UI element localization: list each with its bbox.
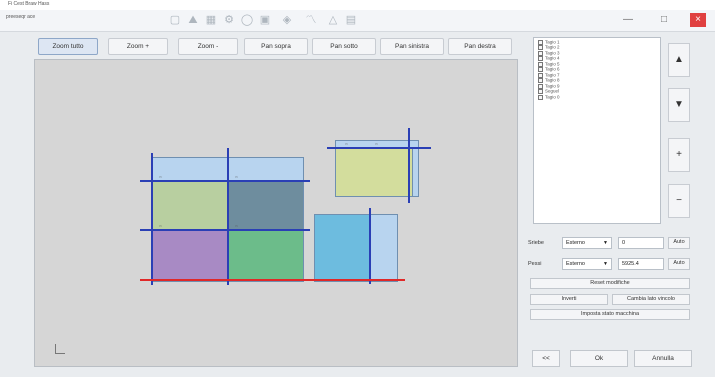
window-title: Fi Cest Braw Hass	[8, 1, 50, 7]
cancel-button[interactable]: Annulla	[634, 350, 692, 367]
grid-icon[interactable]: ▦	[204, 14, 218, 27]
pan-down-button[interactable]: Pan sotto	[312, 38, 376, 55]
panel-teal[interactable]	[228, 230, 304, 282]
drawing-canvas[interactable]: ▭ ▭ ▭ ▭ ▭ ▭	[34, 59, 518, 367]
path-icon[interactable]: 〽	[304, 14, 318, 27]
checkbox-icon[interactable]	[538, 72, 543, 78]
marker: ▭	[375, 142, 378, 146]
cut-line-v4[interactable]	[408, 128, 410, 203]
cut-line-v1[interactable]	[151, 153, 153, 285]
checkbox-icon[interactable]	[538, 89, 543, 95]
circle-icon[interactable]: ◯	[240, 14, 254, 27]
cut-line-h3[interactable]	[327, 147, 431, 149]
pan-left-button[interactable]: Pan sinistra	[380, 38, 444, 55]
close-button[interactable]: ×	[690, 13, 706, 27]
panel-purple[interactable]	[152, 230, 230, 282]
origin-axis-x	[55, 353, 65, 354]
marker: ▭	[345, 142, 348, 146]
checkbox-icon[interactable]	[538, 40, 543, 45]
change-side-button[interactable]: Cambia lato vincolo	[612, 294, 690, 305]
ok-button[interactable]: Ok	[570, 350, 628, 367]
panel-slate[interactable]	[228, 181, 304, 232]
checkbox-icon[interactable]	[538, 78, 543, 84]
list-item[interactable]: Tagio 0	[538, 95, 656, 100]
title-bar: Fi Cest Braw Hass	[0, 0, 715, 10]
move-down-button[interactable]: ▼	[668, 88, 690, 122]
box-icon[interactable]: ▣	[258, 14, 272, 27]
checkbox-icon[interactable]	[538, 45, 543, 51]
mountain-icon[interactable]: ⛰	[186, 14, 200, 27]
spessore-input[interactable]: 0	[618, 237, 664, 249]
checkbox-icon[interactable]	[538, 50, 543, 56]
document-name: preeseqr ace	[6, 14, 36, 20]
marker: ▭	[235, 175, 238, 179]
move-up-button[interactable]: ▲	[668, 43, 690, 77]
cut-line-h2[interactable]	[140, 229, 310, 231]
panel-pale-green[interactable]	[335, 148, 413, 197]
set-machine-state-button[interactable]: Imposta stato macchina	[530, 309, 690, 320]
zoom-out-button[interactable]: Zoom -	[178, 38, 238, 55]
image-icon[interactable]: ▤	[344, 14, 358, 27]
spessore-label: Sriebe	[528, 240, 544, 246]
invert-button[interactable]: Inverti	[530, 294, 608, 305]
passo-input[interactable]: 5925.4	[618, 258, 664, 270]
cut-line-v2[interactable]	[227, 148, 229, 285]
layer-list[interactable]: Tagio 1 Tagio 2 Tagio 3 Tagio 4 Tagio 5 …	[533, 37, 661, 224]
chevron-down-icon: ▼	[603, 261, 608, 267]
back-button[interactable]: <<	[532, 350, 560, 367]
reset-changes-button[interactable]: Reset modifiche	[530, 278, 690, 289]
cut-line-base[interactable]	[140, 279, 405, 281]
minimize-button[interactable]: —	[620, 13, 636, 27]
marker: ▭	[159, 224, 162, 228]
cut-line-v3[interactable]	[369, 208, 371, 284]
pan-up-button[interactable]: Pan sopra	[244, 38, 308, 55]
cube-icon[interactable]: ◈	[280, 14, 294, 27]
spessore-select[interactable]: Esterno ▼	[562, 237, 612, 249]
passo-auto-button[interactable]: Auto	[668, 258, 690, 270]
add-button[interactable]: +	[668, 138, 690, 172]
square-icon[interactable]: ▢	[168, 14, 182, 27]
cut-line-h1[interactable]	[140, 180, 310, 182]
toolbar: preeseqr ace ▢ ⛰ ▦ ⚙ ◯ ▣ ◈ 〽 △ ▤ — □ ×	[0, 10, 715, 32]
maximize-button[interactable]: □	[656, 13, 672, 27]
triangle-icon[interactable]: △	[326, 14, 340, 27]
remove-button[interactable]: −	[668, 184, 690, 218]
pan-right-button[interactable]: Pan destra	[448, 38, 512, 55]
checkbox-icon[interactable]	[538, 67, 543, 73]
passo-select[interactable]: Esterno ▼	[562, 258, 612, 270]
zoom-in-button[interactable]: Zoom +	[108, 38, 168, 55]
marker: ▭	[159, 175, 162, 179]
zoom-all-button[interactable]: Zoom tutto	[38, 38, 98, 55]
panel-cyan-strip[interactable]	[370, 214, 398, 282]
spessore-auto-button[interactable]: Auto	[668, 237, 690, 249]
panel-green[interactable]	[152, 181, 230, 232]
checkbox-icon[interactable]	[538, 83, 543, 89]
checkbox-icon[interactable]	[538, 61, 543, 67]
passo-label: Pessi	[528, 261, 542, 267]
gear-icon[interactable]: ⚙	[222, 14, 236, 27]
checkbox-icon[interactable]	[538, 56, 543, 62]
checkbox-icon[interactable]	[538, 94, 543, 100]
marker: ▭	[235, 224, 238, 228]
chevron-down-icon: ▼	[603, 240, 608, 246]
